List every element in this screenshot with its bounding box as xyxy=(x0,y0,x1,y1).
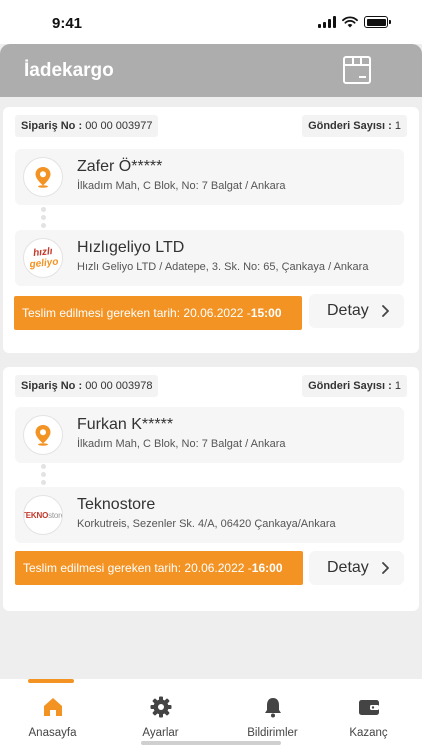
status-bar: 9:41 xyxy=(0,0,422,44)
sender-address-card[interactable]: Furkan K***** İlkadım Mah, C Blok, No: 7… xyxy=(15,407,404,463)
receiver-name: Teknostore xyxy=(77,496,156,513)
home-icon xyxy=(43,698,62,716)
package-box-icon[interactable] xyxy=(341,54,373,86)
tab-label: Ayarlar xyxy=(142,727,179,739)
order-number-label: Sipariş No : xyxy=(21,380,83,392)
sender-address: İlkadım Mah, C Blok, No: 7 Balgat / Anka… xyxy=(77,180,286,192)
detail-label: Detay xyxy=(327,559,369,576)
tab-home[interactable]: Anasayfa xyxy=(0,679,105,750)
active-tab-indicator xyxy=(28,679,74,683)
deadline-banner: Teslim edilmesi gereken tarih: 20.06.202… xyxy=(14,296,302,330)
route-connector xyxy=(41,464,47,488)
receiver-address-card[interactable]: TEKNOstore Teknostore Korkutreis, Sezenl… xyxy=(15,487,404,543)
bell-icon xyxy=(264,698,281,718)
shipment-count-value: 1 xyxy=(394,120,401,132)
shipment-count-label: Gönderi Sayısı : xyxy=(308,120,392,132)
order-number-label: Sipariş No : xyxy=(21,120,83,132)
app-header: İadekargo xyxy=(0,44,422,97)
order-number: Sipariş No : 00 00 003978 xyxy=(15,375,159,397)
shipment-count-value: 1 xyxy=(394,380,401,392)
tab-label: Anasayfa xyxy=(28,727,77,739)
deadline-banner: Teslim edilmesi gereken tarih: 20.06.202… xyxy=(15,551,303,585)
app-title: İadekargo xyxy=(24,60,114,81)
signal-icon xyxy=(318,16,336,28)
detail-button[interactable]: Detay xyxy=(309,551,404,585)
tab-earnings[interactable]: Kazanç xyxy=(316,679,421,750)
shipment-count: Gönderi Sayısı : 1 xyxy=(302,115,407,137)
receiver-address-card[interactable]: hızlı geliyo Hızlıgeliyo LTD Hızlı Geliy… xyxy=(15,230,404,286)
sender-address-card[interactable]: Zafer Ö***** İlkadım Mah, C Blok, No: 7 … xyxy=(15,149,404,205)
wallet-icon xyxy=(358,700,379,715)
status-time: 9:41 xyxy=(52,15,83,32)
detail-label: Detay xyxy=(327,302,369,319)
deadline-time: 16:00 xyxy=(251,561,283,575)
receiver-address: Korkutreis, Sezenler Sk. 4/A, 06420 Çank… xyxy=(77,518,336,530)
hizligeliyo-logo: hızlı geliyo xyxy=(23,238,63,278)
gear-icon xyxy=(150,696,171,718)
bottom-tab-bar: Anasayfa Ayarlar Bildirimler Kazanç xyxy=(0,679,422,750)
order-card: Sipariş No : 00 00 003977 Gönderi Sayısı… xyxy=(3,107,419,353)
receiver-address: Hızlı Geliyo LTD / Adatepe, 3. Sk. No: 6… xyxy=(77,261,369,273)
detail-button[interactable]: Detay xyxy=(309,294,404,328)
order-card: Sipariş No : 00 00 003978 Gönderi Sayısı… xyxy=(3,367,419,611)
shipment-count-label: Gönderi Sayısı : xyxy=(308,380,392,392)
location-pin-icon xyxy=(23,415,63,455)
deadline-label: Teslim edilmesi gereken tarih: 20.06.202… xyxy=(22,306,251,320)
sender-name: Zafer Ö***** xyxy=(77,158,163,175)
route-connector xyxy=(41,207,47,231)
home-indicator xyxy=(141,741,281,745)
order-number: Sipariş No : 00 00 003977 xyxy=(15,115,159,137)
receiver-name: Hızlıgeliyo LTD xyxy=(77,239,185,256)
deadline-time: 15:00 xyxy=(250,306,282,320)
battery-icon xyxy=(364,16,391,28)
shipment-count: Gönderi Sayısı : 1 xyxy=(302,375,407,397)
order-list: Sipariş No : 00 00 003977 Gönderi Sayısı… xyxy=(0,97,422,679)
sender-name: Furkan K***** xyxy=(77,416,174,433)
tab-settings[interactable]: Ayarlar xyxy=(108,679,213,750)
status-icons xyxy=(318,16,391,28)
chevron-right-icon xyxy=(382,562,389,574)
order-number-value: 00 00 003978 xyxy=(85,380,153,392)
wifi-icon xyxy=(342,16,358,28)
chevron-right-icon xyxy=(382,305,389,317)
tab-label: Bildirimler xyxy=(247,727,298,739)
tab-label: Kazanç xyxy=(349,727,388,739)
order-number-value: 00 00 003977 xyxy=(85,120,153,132)
tab-notifications[interactable]: Bildirimler xyxy=(220,679,325,750)
teknostore-logo: TEKNOstore xyxy=(23,495,63,535)
sender-address: İlkadım Mah, C Blok, No: 7 Balgat / Anka… xyxy=(77,438,286,450)
location-pin-icon xyxy=(23,157,63,197)
deadline-label: Teslim edilmesi gereken tarih: 20.06.202… xyxy=(23,561,252,575)
